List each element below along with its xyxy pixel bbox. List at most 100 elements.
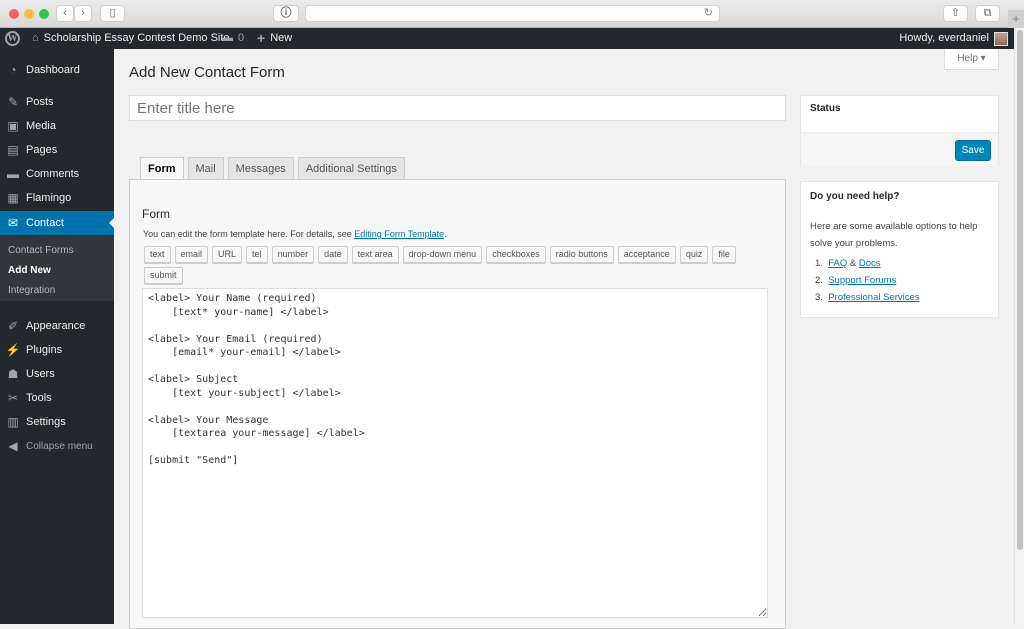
user-account-menu[interactable]: Howdy, everdaniel	[899, 28, 1008, 49]
docs-link[interactable]: Docs	[859, 258, 881, 269]
greeting: Howdy, everdaniel	[899, 32, 989, 44]
site-name: Scholarship Essay Contest Demo Site	[43, 32, 230, 44]
home-icon: ⌂	[32, 32, 39, 44]
sidebar-item-contact[interactable]: ✉ Contact	[0, 211, 114, 235]
form-title-input[interactable]	[129, 95, 786, 121]
contact-submenu: Contact Forms Add New Integration	[0, 235, 114, 301]
sidebar-item-appearance[interactable]: ✐ Appearance	[0, 314, 114, 338]
editing-form-template-link[interactable]: Editing Form Template	[354, 229, 444, 239]
tag-button-checkboxes[interactable]: checkboxes	[486, 246, 546, 263]
sidebar-item-label: Plugins	[26, 344, 63, 356]
tag-button-radio[interactable]: radio buttons	[549, 246, 614, 263]
share-icon[interactable]: ⇧	[943, 5, 968, 22]
tag-button-number[interactable]: number	[271, 246, 315, 263]
sidebar-item-plugins[interactable]: ⚡ Plugins	[0, 338, 114, 362]
admin-bar: W ⌂ Scholarship Essay Contest Demo Site …	[0, 28, 1014, 49]
collapse-arrow-icon: ◀	[8, 439, 18, 453]
tab-messages[interactable]: Messages	[227, 157, 294, 179]
sidebar-item-label: Appearance	[26, 320, 86, 332]
pages-icon: ▤	[7, 143, 19, 157]
page-scrollbar[interactable]	[1014, 28, 1024, 624]
new-content-link[interactable]: + New	[257, 28, 292, 49]
description-text: You can edit the form template here. For…	[143, 229, 355, 239]
tag-generator-bar: text email URL tel number date text area…	[144, 246, 774, 284]
tag-button-url[interactable]: URL	[212, 246, 243, 263]
back-icon[interactable]: ‹	[56, 5, 74, 22]
help-links-list: 1. FAQ & Docs 2. Support Forums 3. Profe…	[815, 255, 920, 306]
sidebar-item-label: Users	[26, 368, 55, 380]
submenu-contact-forms[interactable]: Contact Forms	[8, 245, 74, 256]
wordpress-logo-icon[interactable]: W	[5, 28, 20, 49]
tag-button-quiz[interactable]: quiz	[679, 246, 709, 263]
forward-icon[interactable]: ›	[74, 5, 92, 22]
editor-tabs: Form Mail Messages Additional Settings	[140, 157, 405, 180]
support-forums-link[interactable]: Support Forums	[828, 275, 896, 286]
sidebar-item-label: Flamingo	[26, 192, 72, 204]
close-window-button[interactable]	[9, 9, 19, 19]
tag-button-text[interactable]: text	[144, 246, 171, 263]
sidebar-item-label: Posts	[26, 96, 54, 108]
tag-button-email[interactable]: email	[174, 246, 209, 263]
ampersand: &	[847, 258, 859, 269]
sidebar-toggle-icon[interactable]: ▯	[100, 5, 125, 22]
tag-button-file[interactable]: file	[712, 246, 736, 263]
tag-button-tel[interactable]: tel	[246, 246, 268, 263]
sidebar-item-tools[interactable]: ✂ Tools	[0, 386, 114, 410]
tab-additional-settings[interactable]: Additional Settings	[297, 157, 405, 179]
professional-services-link[interactable]: Professional Services	[828, 292, 919, 303]
sidebar-item-dashboard[interactable]: ◔ Dashboard	[0, 58, 114, 82]
submenu-add-new[interactable]: Add New	[8, 265, 51, 276]
sidebar-item-pages[interactable]: ▤ Pages	[0, 138, 114, 162]
maximize-window-button[interactable]	[39, 9, 49, 19]
scrollbar-thumb[interactable]	[1017, 30, 1023, 550]
tabs-overview-icon[interactable]: ⧉	[975, 5, 1000, 22]
sidebar-item-users[interactable]: ☗ Users	[0, 362, 114, 386]
form-template-editor[interactable]: <label> Your Name (required) [text* your…	[142, 288, 768, 618]
list-item: 1. FAQ & Docs	[815, 258, 881, 269]
tag-button-dropdown[interactable]: drop-down menu	[402, 246, 483, 263]
new-tab-icon[interactable]: +	[1008, 10, 1024, 28]
sidebar-item-flamingo[interactable]: ▦ Flamingo	[0, 186, 114, 210]
tag-button-textarea[interactable]: text area	[351, 246, 399, 263]
comment-icon: ▬	[7, 167, 19, 181]
tab-mail[interactable]: Mail	[187, 157, 224, 179]
collapse-menu-button[interactable]: ◀ Collapse menu	[0, 434, 114, 458]
minimize-window-button[interactable]	[24, 9, 34, 19]
user-icon: ☗	[7, 367, 19, 381]
settings-icon: ▥	[7, 415, 19, 429]
faq-link[interactable]: FAQ	[828, 258, 847, 269]
tag-button-acceptance[interactable]: acceptance	[617, 246, 676, 263]
sidebar-item-label: Contact	[26, 217, 64, 229]
tab-form[interactable]: Form	[140, 157, 184, 180]
help-tab-button[interactable]: Help ▾	[944, 49, 999, 70]
pin-icon: ✎	[7, 95, 19, 109]
sidebar-item-comments[interactable]: ▬ Comments	[0, 162, 114, 186]
collapse-menu-label: Collapse menu	[26, 440, 93, 452]
save-button[interactable]: Save	[955, 140, 991, 161]
page-title: Add New Contact Form	[129, 64, 285, 81]
help-box-text: Here are some available options to help …	[810, 221, 978, 249]
site-name-link[interactable]: ⌂ Scholarship Essay Contest Demo Site	[32, 28, 230, 49]
wrench-icon: ✂	[7, 391, 19, 405]
sidebar-item-label: Dashboard	[26, 64, 80, 76]
info-icon[interactable]: ⓘ	[273, 5, 299, 22]
tag-button-submit[interactable]: submit	[144, 267, 183, 284]
new-label: New	[270, 32, 293, 44]
sidebar-item-posts[interactable]: ✎ Posts	[0, 90, 114, 114]
brush-icon: ✐	[7, 319, 19, 333]
tag-button-date[interactable]: date	[318, 246, 348, 263]
envelope-icon: ✉	[7, 216, 19, 230]
sidebar-item-media[interactable]: ▣ Media	[0, 114, 114, 138]
reload-icon[interactable]: ↻	[704, 6, 713, 21]
status-box-title: Status	[810, 103, 841, 114]
sidebar-item-settings[interactable]: ▥ Settings	[0, 410, 114, 434]
sidebar-item-label: Tools	[26, 392, 52, 404]
form-panel-heading: Form	[142, 207, 170, 221]
address-bar[interactable]: ↻	[305, 5, 720, 22]
sidebar-item-label: Media	[26, 120, 56, 132]
plug-icon: ⚡	[5, 343, 21, 357]
sidebar-item-label: Comments	[26, 168, 80, 180]
comments-link[interactable]: ▬ 0	[222, 28, 244, 49]
sidebar-item-label: Pages	[26, 144, 58, 156]
submenu-integration[interactable]: Integration	[8, 285, 55, 296]
